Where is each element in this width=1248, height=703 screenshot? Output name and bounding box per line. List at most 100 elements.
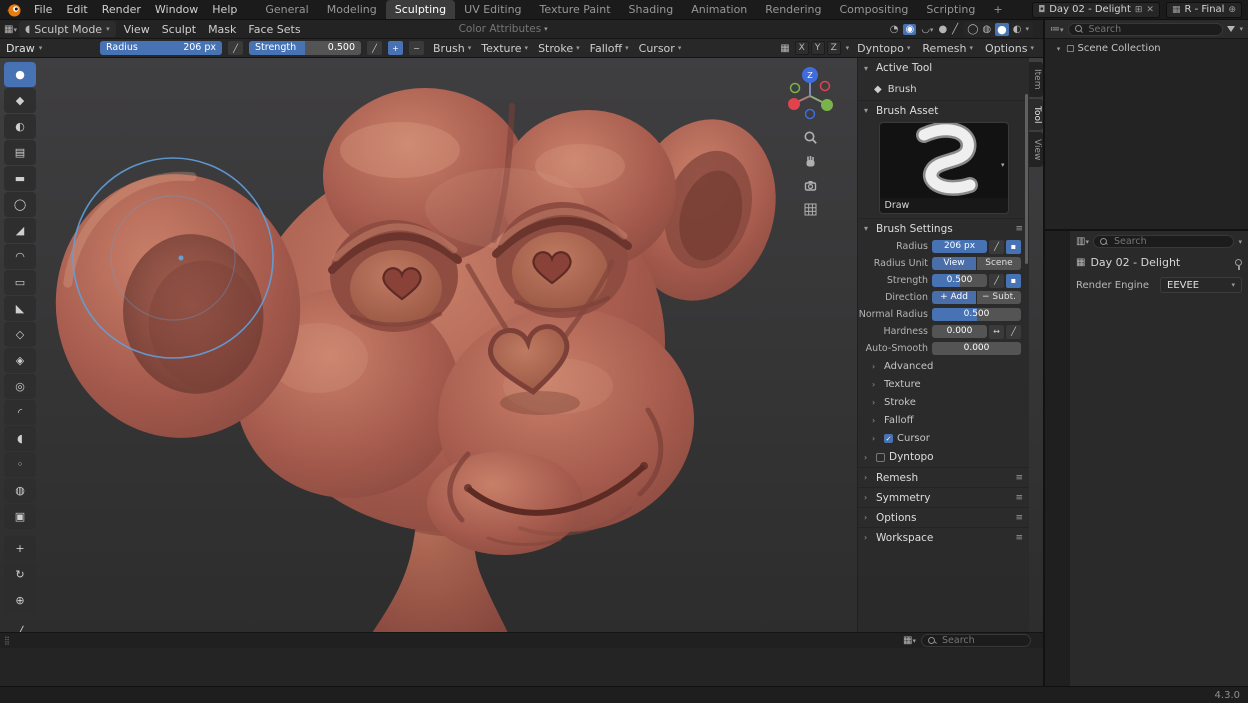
mirror-x-toggle[interactable]: X [795,41,809,55]
invert-icon[interactable]: ↔ [989,325,1004,339]
menu-help[interactable]: Help [205,0,244,20]
tool-crease[interactable]: ◢ [4,218,36,243]
properties-editor-icon[interactable]: ▥▾ [1076,236,1089,247]
tool-clay-strips[interactable]: ▤ [4,140,36,165]
add-view-layer-icon[interactable]: ⊕ [1228,5,1236,15]
shading-material-icon[interactable]: ● [995,23,1009,36]
render-engine-select[interactable]: EEVEE ▾ [1160,277,1242,293]
3d-viewport[interactable]: ●◆◐▤▬◯◢◠▭◣◇◈◎◜◖◦◍▣+↻⊕╱ Z [0,58,1043,632]
tool-annotate[interactable]: ╱ [4,620,36,632]
direction-subtract[interactable]: − Subt. [977,291,1021,304]
tool-inflate[interactable]: ◯ [4,192,36,217]
scene-selector[interactable]: ◘ Day 02 - Delight ⊞ ✕ [1032,2,1160,18]
unified-radius-icon[interactable]: ▪ [1006,240,1021,254]
region-tab-item[interactable]: Item [1029,62,1043,97]
direction-add[interactable]: + Add [932,291,976,304]
panel-menu-icon[interactable]: ≡ [1015,513,1023,523]
options-dropdown[interactable]: Options▾ [982,42,1037,55]
radius-slider[interactable]: Radius 206 px [100,41,222,55]
cursor-checkbox[interactable]: ✓ [884,434,893,443]
tool-scrape[interactable]: ◣ [4,296,36,321]
workspace-tab-shading[interactable]: Shading [620,0,683,19]
menu-edit[interactable]: Edit [59,0,94,20]
region-tab-tool[interactable]: Tool [1029,99,1043,130]
auto-smooth-slider[interactable]: 0.000 [932,342,1021,355]
annotate-pen-icon[interactable]: ╱ [952,24,958,35]
outliner-search-input[interactable] [1087,23,1171,36]
new-scene-icon[interactable]: ⊞ [1135,5,1143,15]
chevron-down-icon[interactable]: ▾ [1238,238,1242,246]
direction-add-button[interactable]: + [388,41,403,55]
shelf-display-icon[interactable]: ▦▾ [903,635,916,646]
outliner-editor-icon[interactable]: ≔▾ [1050,24,1064,35]
radius-unit-view[interactable]: View [932,257,976,270]
stroke-dropdown[interactable]: Stroke▾ [535,42,583,55]
workspace-tab-sculpting[interactable]: Sculpting [386,0,455,19]
unlink-scene-icon[interactable]: ✕ [1146,5,1154,15]
panel-symmetry[interactable]: ›Symmetry≡ [858,487,1029,507]
properties-search[interactable] [1093,235,1235,248]
zoom-icon[interactable] [801,128,819,146]
tool-mask[interactable]: ◍ [4,478,36,503]
workspace-tab-scripting[interactable]: Scripting [917,0,984,19]
outliner-row-scene-collection[interactable]: ▾▢Scene Collection [1045,41,1248,56]
tool-move[interactable]: + [4,536,36,561]
color-attributes-dropdown[interactable]: Color Attributes ▾ [459,23,548,35]
shelf-search-input[interactable] [940,634,1024,647]
pin-icon[interactable] [1235,259,1242,266]
menu-window[interactable]: Window [148,0,205,20]
dyntopo-dropdown[interactable]: Dyntopo▾ [854,42,913,55]
cursor-dropdown[interactable]: Cursor▾ [636,42,685,55]
normal-radius-slider[interactable]: 0.500 [932,308,1021,321]
workspace-tab-texture-paint[interactable]: Texture Paint [531,0,620,19]
shading-solid-icon[interactable]: ◍ [982,24,991,35]
workspace-tab-compositing[interactable]: Compositing [830,0,917,19]
mirror-grid-icon[interactable]: ▦ [780,43,789,54]
mirror-y-toggle[interactable]: Y [811,41,825,55]
pan-hand-icon[interactable] [801,152,819,170]
mode-selector[interactable]: ◖ Sculpt Mode ▾ [19,21,116,37]
direction-subtract-button[interactable]: − [409,41,424,55]
tool-elastic-deform[interactable]: ◎ [4,374,36,399]
panel-remesh[interactable]: ›Remesh≡ [858,467,1029,487]
properties-search-input[interactable] [1112,235,1196,248]
radius-pressure-icon[interactable]: ╱ [228,41,243,55]
tool-draw[interactable]: ● [4,62,36,87]
subsection-texture[interactable]: ›Texture [858,375,1029,393]
tool-clay[interactable]: ◐ [4,114,36,139]
sidebar-scrollbar[interactable] [1025,94,1028,264]
brush-asset-section-header[interactable]: ▾ Brush Asset [858,100,1029,120]
workspace-tab-general[interactable]: General [256,0,317,19]
dyntopo-checkbox[interactable] [876,453,885,462]
snap-magnet-icon[interactable]: ◡▾ [921,24,933,35]
falloff-dropdown[interactable]: Falloff▾ [587,42,632,55]
hardness-slider[interactable]: 0.000 [932,325,987,338]
texture-dropdown[interactable]: Texture▾ [478,42,531,55]
mirror-z-toggle[interactable]: Z [827,41,841,55]
strength-pressure-icon[interactable]: ╱ [367,41,382,55]
subsection-stroke[interactable]: ›Stroke [858,393,1029,411]
remesh-dropdown[interactable]: Remesh▾ [919,42,976,55]
falloff-icon[interactable]: ◔ [890,24,899,35]
chevron-down-icon[interactable]: ▾ [1239,25,1243,33]
radius-unit-scene[interactable]: Scene [977,257,1021,270]
tool-pinch[interactable]: ◇ [4,322,36,347]
menu-sculpt[interactable]: Sculpt [156,20,202,39]
camera-view-icon[interactable] [801,176,819,194]
shading-wireframe-icon[interactable]: ◯ [967,24,978,35]
orientation-gizmo[interactable]: Z [781,64,839,122]
expander-icon[interactable]: ▾ [1054,45,1063,53]
matcap-sphere-icon[interactable]: ● [938,24,947,35]
shading-rendered-icon[interactable]: ◐ [1013,24,1022,35]
workspace-tab-rendering[interactable]: Rendering [756,0,830,19]
tool-face-sets[interactable]: ▣ [4,504,36,529]
pressure-icon[interactable]: ╱ [1006,325,1021,339]
subsection-advanced[interactable]: ›Advanced [858,357,1029,375]
pressure-icon[interactable]: ╱ [989,274,1004,288]
workspace-tab-uv-editing[interactable]: UV Editing [455,0,530,19]
tool-grab[interactable]: ◈ [4,348,36,373]
tool-layer[interactable]: ▬ [4,166,36,191]
active-tool-section-header[interactable]: ▾ Active Tool [858,58,1029,78]
tool-rotate[interactable]: ↻ [4,562,36,587]
editor-type-icon[interactable]: ▦▾ [4,24,17,35]
